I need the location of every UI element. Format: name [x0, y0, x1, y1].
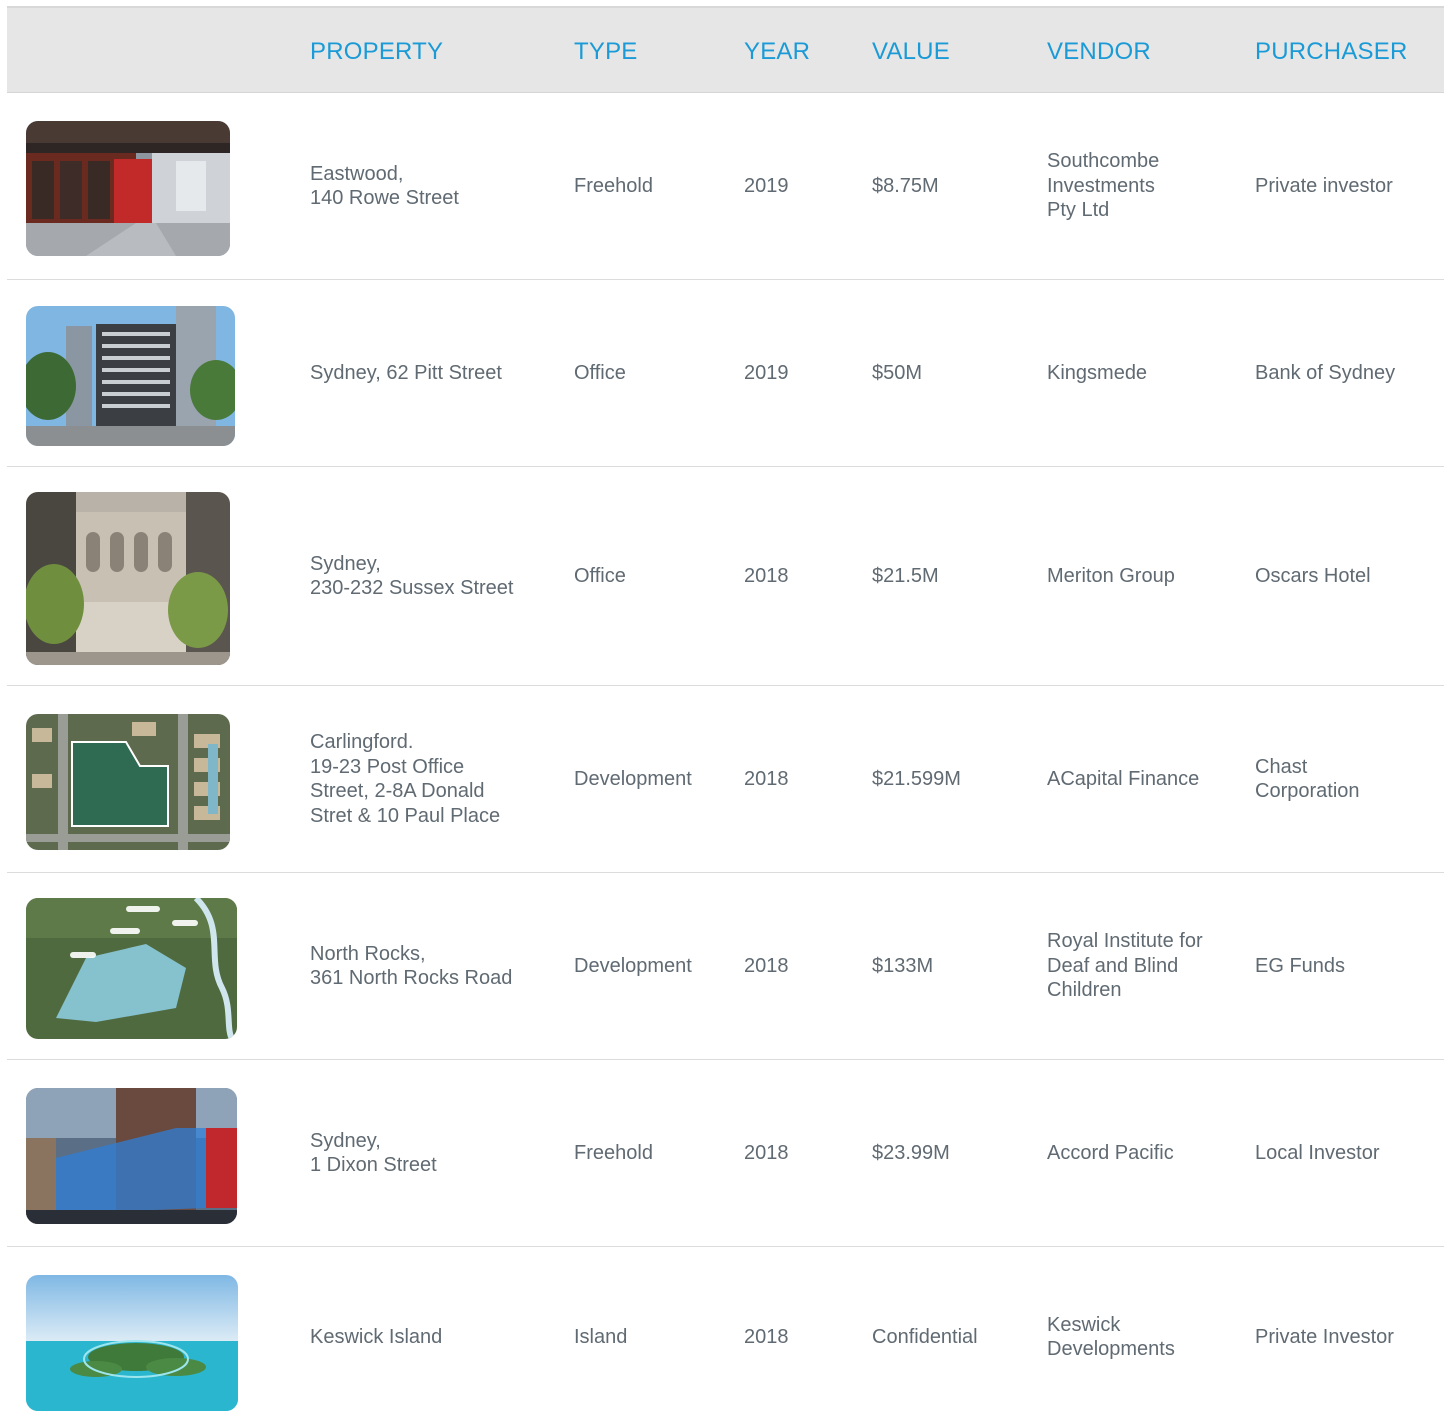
table-row: Sydney, 62 Pitt Street Office 2019 $50M … — [7, 280, 1444, 467]
header-year[interactable]: YEAR — [744, 8, 810, 92]
header-type[interactable]: TYPE — [574, 8, 637, 92]
cell-value: $23.99M — [872, 1141, 950, 1164]
property-photo-aerial-campus — [26, 898, 237, 1039]
table-row: Sydney, 1 Dixon Street Freehold 2018 $23… — [7, 1060, 1444, 1247]
cell-property: Carlingford. 19-23 Post Office Street, 2… — [310, 731, 501, 827]
property-photo-office-tower — [26, 306, 235, 446]
cell-year: 2019 — [744, 361, 789, 384]
cell-type: Development — [574, 954, 692, 977]
cell-property: Keswick Island — [310, 1325, 443, 1348]
property-photo-storefront — [26, 121, 230, 256]
cell-purchaser: Private investor — [1255, 174, 1393, 197]
cell-year: 2018 — [744, 767, 789, 790]
header-vendor[interactable]: VENDOR — [1047, 8, 1151, 92]
cell-vendor: Accord Pacific — [1047, 1141, 1174, 1164]
cell-year: 2018 — [744, 1141, 789, 1164]
cell-purchaser: Bank of Sydney — [1255, 361, 1396, 384]
cell-purchaser: Local Investor — [1255, 1141, 1380, 1164]
table-header: PROPERTY TYPE YEAR VALUE VENDOR PURCHASE… — [7, 6, 1444, 93]
cell-value: $50M — [872, 361, 923, 384]
cell-type: Freehold — [574, 174, 653, 197]
cell-type: Island — [574, 1325, 628, 1348]
cell-property: Sydney, 230-232 Sussex Street — [310, 552, 514, 600]
table-row: Eastwood, 140 Rowe Street Freehold 2019 … — [7, 93, 1444, 280]
property-sales-table: PROPERTY TYPE YEAR VALUE VENDOR PURCHASE… — [7, 6, 1444, 1427]
cell-value: $21.599M — [872, 767, 961, 790]
cell-vendor: Meriton Group — [1047, 564, 1175, 587]
cell-vendor: Southcombe Investments Pty Ltd — [1047, 150, 1160, 222]
header-purchaser[interactable]: PURCHASER — [1255, 8, 1408, 92]
cell-vendor: ACapital Finance — [1047, 767, 1200, 790]
property-photo-aerial-site — [26, 714, 230, 850]
cell-purchaser: Chast Corporation — [1255, 755, 1360, 803]
table-row: Sydney, 230-232 Sussex Street Office 201… — [7, 467, 1444, 686]
cell-year: 2018 — [744, 954, 789, 977]
cell-value: $133M — [872, 954, 934, 977]
cell-vendor: Royal Institute for Deaf and Blind Child… — [1047, 930, 1203, 1002]
cell-year: 2018 — [744, 1325, 789, 1348]
cell-property: North Rocks, 361 North Rocks Road — [310, 942, 513, 990]
cell-vendor: Keswick Developments — [1047, 1313, 1175, 1361]
table-row: Carlingford. 19-23 Post Office Street, 2… — [7, 686, 1444, 873]
cell-property: Eastwood, 140 Rowe Street — [310, 162, 459, 210]
property-photo-night-street — [26, 1088, 237, 1224]
cell-type: Office — [574, 361, 626, 384]
cell-type: Office — [574, 564, 626, 587]
cell-property: Sydney, 1 Dixon Street — [310, 1129, 437, 1177]
cell-value: $8.75M — [872, 174, 939, 197]
cell-purchaser: Private Investor — [1255, 1325, 1394, 1348]
cell-type: Development — [574, 767, 692, 790]
cell-value: $21.5M — [872, 564, 939, 587]
cell-property: Sydney, 62 Pitt Street — [310, 361, 502, 384]
cell-value: Confidential — [872, 1325, 978, 1348]
cell-year: 2018 — [744, 564, 789, 587]
cell-vendor: Kingsmede — [1047, 361, 1148, 384]
table-row: North Rocks, 361 North Rocks Road Develo… — [7, 873, 1444, 1060]
cell-purchaser: EG Funds — [1255, 954, 1346, 977]
property-photo-heritage-building — [26, 492, 230, 665]
cell-type: Freehold — [574, 1141, 653, 1164]
property-photo-island — [26, 1275, 238, 1411]
header-property[interactable]: PROPERTY — [310, 8, 443, 92]
cell-year: 2019 — [744, 174, 789, 197]
table-row: Keswick Island Island 2018 Confidential … — [7, 1247, 1444, 1427]
header-value[interactable]: VALUE — [872, 8, 950, 92]
cell-purchaser: Oscars Hotel — [1255, 564, 1371, 587]
